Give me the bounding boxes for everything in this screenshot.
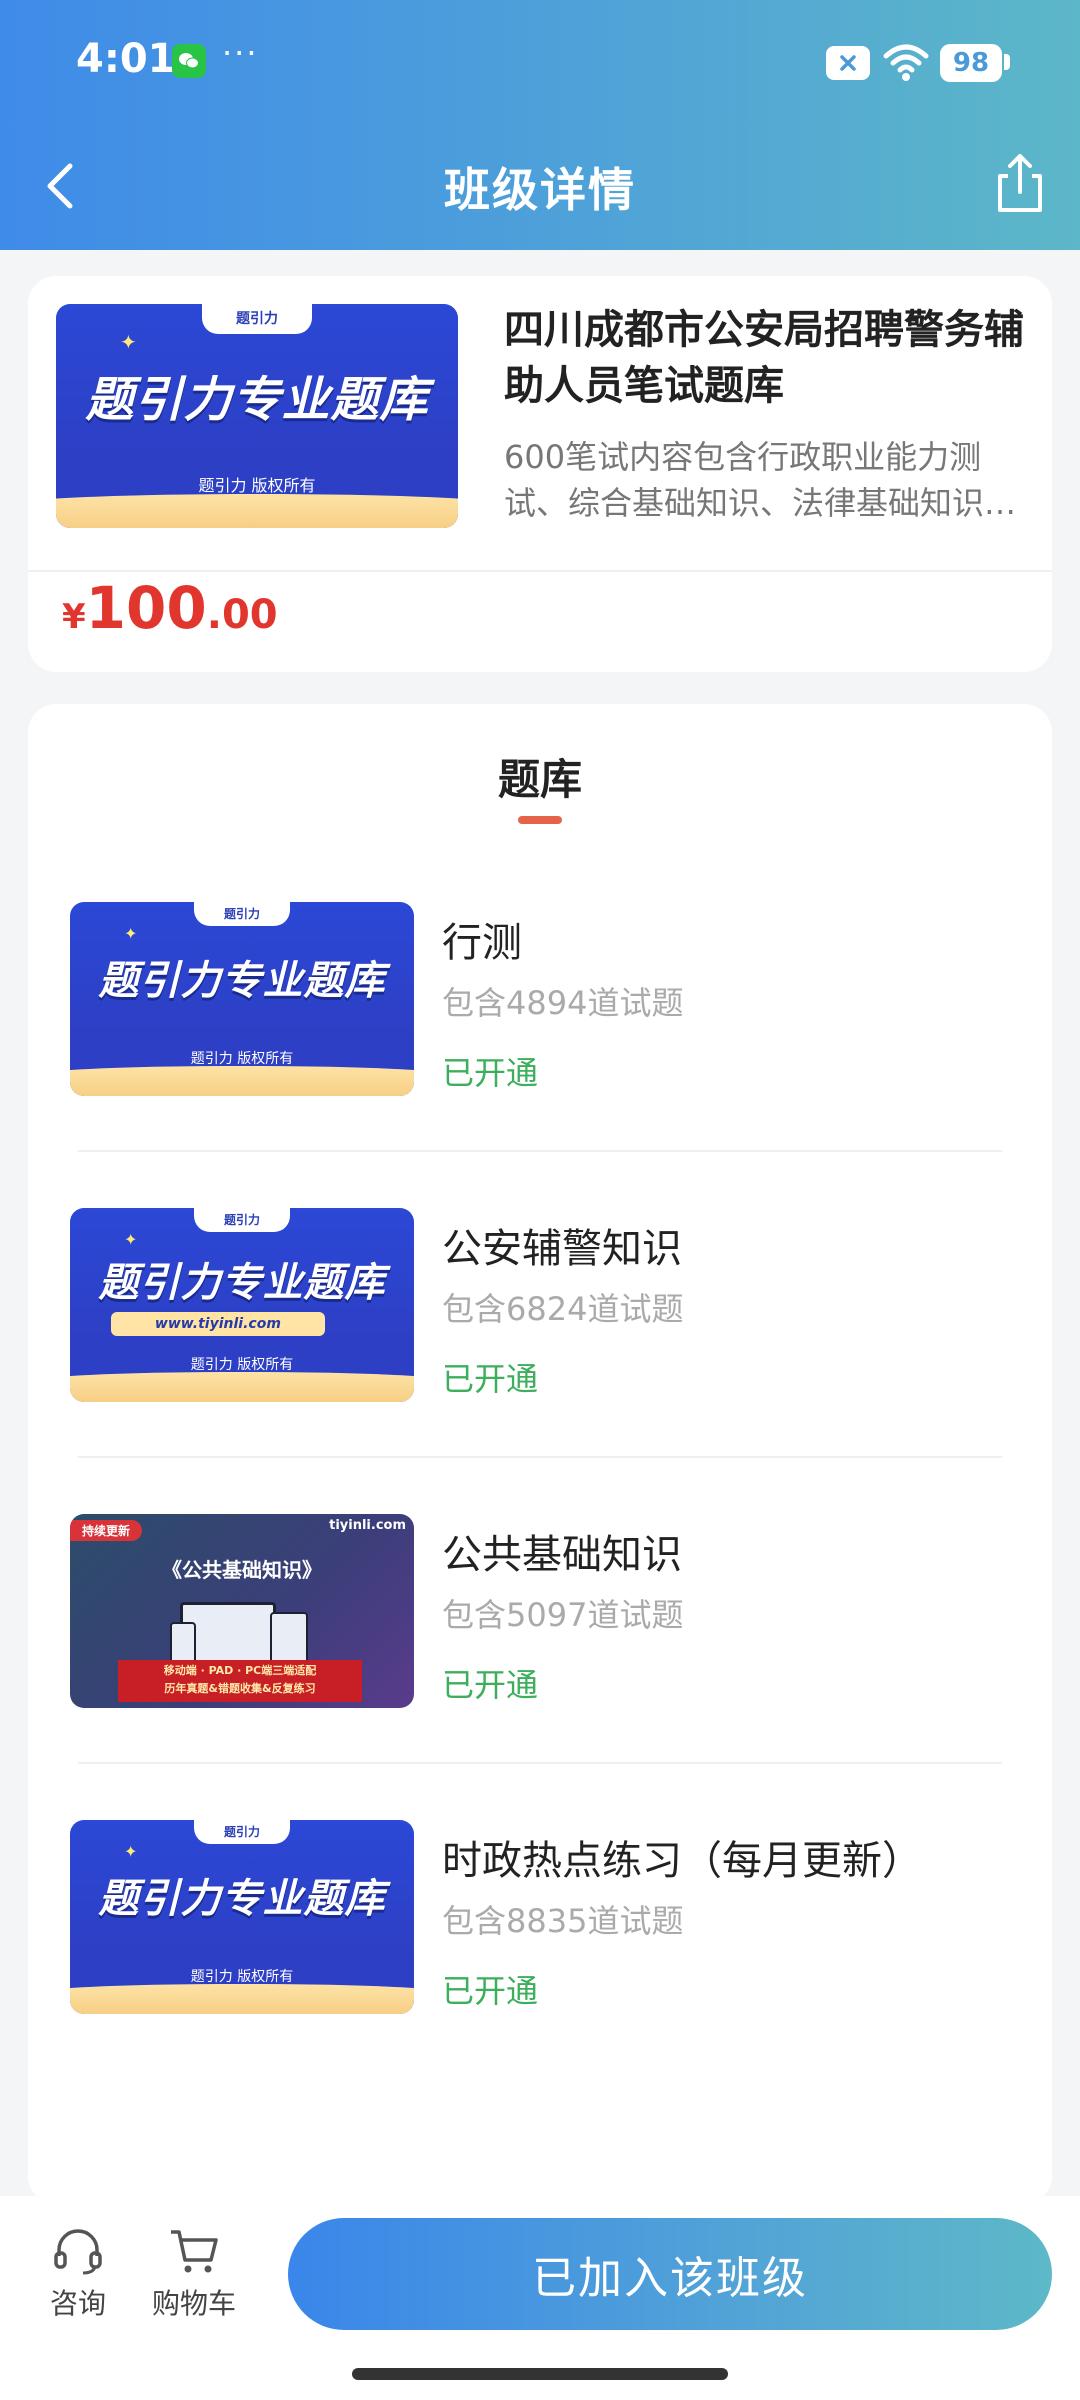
battery-tip	[1004, 54, 1010, 70]
item-count: 包含6824道试题	[442, 1290, 684, 1328]
item-cover-image: 题引力 ✦ 题引力专业题库 题引力 版权所有	[70, 902, 414, 1096]
item-name: 时政热点练习（每月更新）	[442, 1838, 922, 1884]
cart-label: 购物车	[151, 2287, 236, 2320]
more-notifications-icon: ···	[222, 34, 259, 72]
cover-copyright: 题引力 版权所有	[190, 1051, 294, 1067]
price-currency: ¥	[62, 597, 86, 637]
question-bank-item[interactable]: 题引力 ✦ 题引力专业题库 题引力 版权所有 行测 包含4894道试题 已开通	[28, 902, 1052, 1208]
cover-feature-line: 移动端 · PAD · PC端三端适配	[163, 1664, 317, 1677]
status-time: 4:01	[76, 36, 176, 82]
class-description: 600笔试内容包含行政职业能力测试、综合基础知识、法律基础知识…	[504, 438, 1017, 522]
cover-badge: 题引力	[202, 304, 312, 334]
cart-icon	[171, 2230, 218, 2273]
divider	[28, 570, 1052, 572]
star-icon: ✦	[124, 1842, 138, 1861]
wechat-icon	[172, 44, 206, 78]
item-name: 公安辅警知识	[442, 1226, 682, 1272]
star-icon: ✦	[124, 1230, 138, 1249]
cover-tag: 持续更新	[70, 1520, 143, 1541]
item-cover-image: 持续更新 tiyinli.com 《公共基础知识》 移动端 · PAD · PC…	[70, 1514, 414, 1708]
question-bank-item[interactable]: 持续更新 tiyinli.com 《公共基础知识》 移动端 · PAD · PC…	[28, 1514, 1052, 1820]
cover-wave	[70, 1066, 414, 1096]
item-status: 已开通	[442, 1666, 539, 1704]
no-sim-icon	[826, 46, 870, 80]
section-title: 题库	[497, 755, 582, 804]
star-icon: ✦	[124, 924, 138, 943]
class-title: 四川成都市公安局招聘警务辅助人员笔试题库	[504, 307, 1024, 409]
cover-wave	[70, 1372, 414, 1402]
cover-title: 题引力专业题库	[98, 1876, 386, 1922]
consult-label: 咨询	[49, 2287, 106, 2320]
item-cover-image: 题引力 ✦ 题引力专业题库 www.tiyinli.com 题引力 版权所有	[70, 1208, 414, 1402]
class-cover-image: 题引力 ✦ 题引力专业题库 题引力 版权所有	[56, 304, 458, 528]
home-indicator[interactable]	[352, 2368, 728, 2380]
cover-title: 《公共基础知识》	[162, 1558, 322, 1582]
status-bar: 4:01 ··· 98	[0, 0, 1080, 124]
item-divider	[78, 1762, 1002, 1764]
join-class-button[interactable]: 已加入该班级	[288, 2218, 1052, 2330]
share-icon[interactable]	[990, 150, 1050, 216]
star-icon: ✦	[120, 330, 137, 354]
item-name: 行测	[442, 920, 522, 966]
price-decimal: .00	[206, 592, 278, 638]
cover-feature-box: 移动端 · PAD · PC端三端适配 历年真题&错题收集&反复练习	[118, 1660, 362, 1702]
cover-badge: 题引力	[194, 1820, 290, 1844]
question-bank-card: 题库 题引力 ✦ 题引力专业题库 题引力 版权所有 行测 包含4894道试题 已…	[28, 704, 1052, 2204]
question-bank-item[interactable]: 题引力 ✦ 题引力专业题库 题引力 版权所有 时政热点练习（每月更新） 包含88…	[28, 1820, 1052, 2126]
item-cover-image: 题引力 ✦ 题引力专业题库 题引力 版权所有	[70, 1820, 414, 2014]
section-underline	[518, 816, 562, 824]
nav-bar: 班级详情	[0, 124, 1080, 250]
item-status: 已开通	[442, 1972, 539, 2010]
cover-logo: tiyinli.com	[329, 1518, 406, 1533]
item-status: 已开通	[442, 1360, 539, 1398]
cover-title: 题引力专业题库	[98, 958, 386, 1004]
headset-icon	[54, 2229, 102, 2275]
header: 4:01 ··· 98 班级详情	[0, 0, 1080, 250]
cover-feature-line: 历年真题&错题收集&反复练习	[164, 1682, 316, 1695]
cart-button[interactable]: 购物车	[146, 2226, 242, 2322]
tablet-icon	[270, 1612, 308, 1664]
item-divider	[78, 1456, 1002, 1458]
cover-wave	[70, 1984, 414, 2014]
battery-icon: 98	[940, 44, 1002, 82]
question-bank-item[interactable]: 题引力 ✦ 题引力专业题库 www.tiyinli.com 题引力 版权所有 公…	[28, 1208, 1052, 1514]
cover-copyright: 题引力 版权所有	[190, 1357, 294, 1373]
item-count: 包含5097道试题	[442, 1596, 684, 1634]
item-divider	[78, 1150, 1002, 1152]
class-price: ¥100.00	[62, 574, 278, 642]
cover-title: 题引力专业题库	[98, 1260, 386, 1306]
wifi-icon	[882, 42, 930, 86]
cover-title: 题引力专业题库	[85, 372, 429, 428]
cover-copyright: 题引力 版权所有	[190, 1969, 294, 1985]
item-count: 包含8835道试题	[442, 1902, 684, 1940]
item-count: 包含4894道试题	[442, 984, 684, 1022]
consult-button[interactable]: 咨询	[40, 2226, 116, 2322]
class-card[interactable]: 题引力 ✦ 题引力专业题库 题引力 版权所有 四川成都市公安局招聘警务辅助人员笔…	[28, 276, 1052, 672]
cover-wave	[56, 494, 458, 528]
cover-badge: 题引力	[194, 1208, 290, 1232]
cover-copyright: 题引力 版权所有	[198, 476, 316, 495]
cover-badge: 题引力	[194, 902, 290, 926]
item-name: 公共基础知识	[442, 1532, 682, 1578]
page-title: 班级详情	[444, 163, 636, 217]
cover-url: www.tiyinli.com	[111, 1312, 325, 1336]
item-status: 已开通	[442, 1054, 539, 1092]
price-integer: 100	[85, 574, 207, 642]
